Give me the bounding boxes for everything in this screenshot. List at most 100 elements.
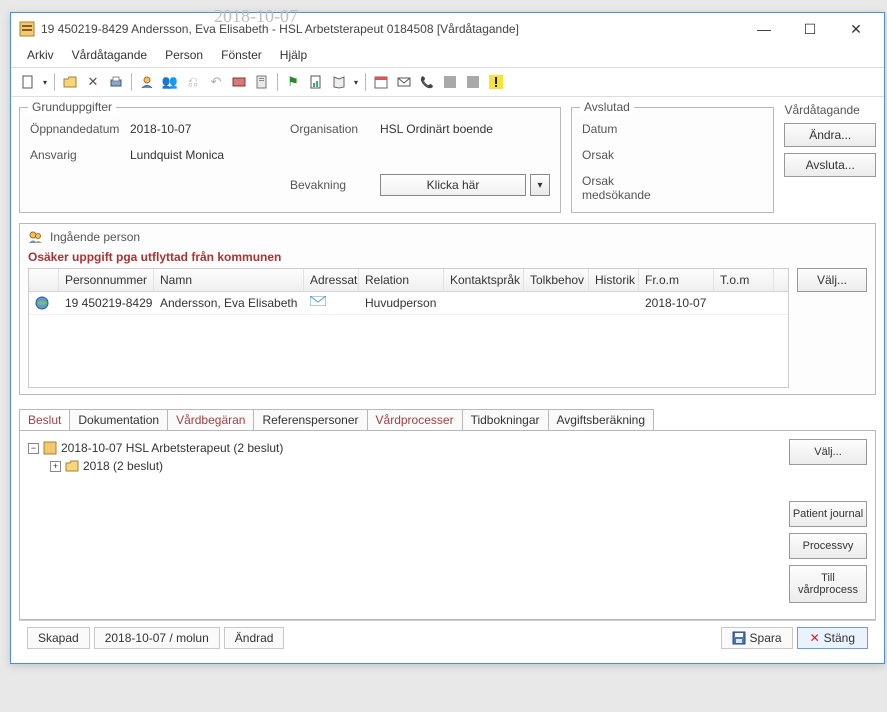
cell-tolkbehov xyxy=(524,292,589,314)
avslutad-datum-label: Datum xyxy=(582,122,672,136)
grunduppgifter-panel: Grunduppgifter Öppnandedatum 2018-10-07 … xyxy=(19,107,561,213)
bevakning-select[interactable]: Klicka här xyxy=(380,174,526,196)
valj-tree-button[interactable]: Välj... xyxy=(789,439,867,465)
andrad-label: Ändrad xyxy=(224,627,285,649)
expand-icon[interactable]: + xyxy=(50,461,61,472)
oppnandedatum-value: 2018-10-07 xyxy=(130,122,290,136)
mail-icon[interactable] xyxy=(393,71,415,93)
grunduppgifter-legend: Grunduppgifter xyxy=(28,100,116,114)
print-icon[interactable] xyxy=(105,71,127,93)
people-small-icon xyxy=(28,230,44,244)
phone-icon[interactable]: 📞 xyxy=(416,71,438,93)
spara-button[interactable]: Spara xyxy=(721,627,793,649)
collapse-icon[interactable]: − xyxy=(28,443,39,454)
flag-icon[interactable]: ⚑ xyxy=(282,71,304,93)
tab-referenspersoner[interactable]: Referenspersoner xyxy=(253,409,367,430)
tree-root-icon xyxy=(43,441,57,455)
maximize-button[interactable]: ☐ xyxy=(790,18,830,40)
save-icon xyxy=(732,631,746,645)
tab-avgiftsberakning[interactable]: Avgiftsberäkning xyxy=(548,409,655,430)
vardatagande-legend: Vårdåtagande xyxy=(784,103,876,117)
sheet-icon[interactable] xyxy=(305,71,327,93)
window-title: 19 450219-8429 Andersson, Eva Elisabeth … xyxy=(41,22,738,36)
titlebar: 19 450219-8429 Andersson, Eva Elisabeth … xyxy=(11,13,884,43)
background-date-text: 2018-10-07 xyxy=(214,6,298,27)
col-historik[interactable]: Historik xyxy=(589,269,639,291)
tab-beslut[interactable]: Beslut xyxy=(19,409,70,430)
col-from[interactable]: Fr.o.m xyxy=(639,269,714,291)
envelope-small-icon xyxy=(304,292,359,314)
minimize-button[interactable]: — xyxy=(744,18,784,40)
avslutad-medsokande-label: Orsak medsökande xyxy=(582,174,672,202)
avslutad-legend: Avslutad xyxy=(580,100,634,114)
tab-vardprocesser[interactable]: Vårdprocesser xyxy=(367,409,463,430)
spara-label: Spara xyxy=(750,631,782,645)
stang-label: Stäng xyxy=(824,631,855,645)
stamp-icon[interactable]: ⎌ xyxy=(182,71,204,93)
col-tom[interactable]: T.o.m xyxy=(714,269,774,291)
app-icon xyxy=(19,21,35,37)
menu-arkiv[interactable]: Arkiv xyxy=(19,45,62,65)
menu-vardatagande[interactable]: Vårdåtagande xyxy=(64,45,155,65)
avsluta-button[interactable]: Avsluta... xyxy=(784,153,876,177)
person-icon[interactable] xyxy=(136,71,158,93)
person-table: Personnummer Namn Adressat Relation Kont… xyxy=(28,268,789,388)
menu-fonster[interactable]: Fönster xyxy=(213,45,270,65)
vardatagande-panel: Vårdåtagande Ändra... Avsluta... xyxy=(784,103,876,213)
cell-namn: Andersson, Eva Elisabeth xyxy=(154,292,304,314)
tab-dokumentation[interactable]: Dokumentation xyxy=(69,409,168,430)
tabs-area: Beslut Dokumentation Vårdbegäran Referen… xyxy=(19,409,876,620)
avslutad-panel: Avslutad Datum Orsak Orsak medsökande xyxy=(571,107,774,213)
skapad-value: 2018-10-07 / molun xyxy=(94,627,220,649)
tab-tidbokningar[interactable]: Tidbokningar xyxy=(462,409,549,430)
menu-person[interactable]: Person xyxy=(157,45,211,65)
ingaende-person-heading: Ingående person xyxy=(50,230,140,244)
patientjournal-button[interactable]: Patient journal xyxy=(789,501,867,527)
book-dropdown-icon[interactable]: ▾ xyxy=(351,71,361,93)
col-relation[interactable]: Relation xyxy=(359,269,444,291)
col-tolkbehov[interactable]: Tolkbehov xyxy=(524,269,589,291)
close-button[interactable]: ✕ xyxy=(836,18,876,40)
warning-text: Osäker uppgift pga utflyttad från kommun… xyxy=(28,248,867,268)
col-kontaktsprak[interactable]: Kontaktspråk xyxy=(444,269,524,291)
tab-vardbegaran[interactable]: Vårdbegäran xyxy=(167,409,254,430)
undo-icon[interactable]: ↶ xyxy=(205,71,227,93)
col-adressat[interactable]: Adressat xyxy=(304,269,359,291)
delete-icon[interactable]: ✕ xyxy=(82,71,104,93)
cell-tom xyxy=(714,292,774,314)
tree-root[interactable]: − 2018-10-07 HSL Arbetsterapeut (2 beslu… xyxy=(28,439,779,457)
col-icon[interactable] xyxy=(29,269,59,291)
valj-person-button[interactable]: Välj... xyxy=(797,268,867,292)
people-icon[interactable]: 👥 xyxy=(159,71,181,93)
book-icon[interactable] xyxy=(328,71,350,93)
doc-icon[interactable] xyxy=(251,71,273,93)
new-dropdown-icon[interactable]: ▾ xyxy=(40,71,50,93)
new-icon[interactable] xyxy=(17,71,39,93)
menu-hjalp[interactable]: Hjälp xyxy=(272,45,315,65)
processvy-button[interactable]: Processvy xyxy=(789,533,867,559)
chevron-down-icon[interactable]: ▾ xyxy=(530,174,550,196)
globe-icon xyxy=(29,292,59,314)
stang-button[interactable]: ✕ Stäng xyxy=(797,627,868,649)
tab-panel-beslut: − 2018-10-07 HSL Arbetsterapeut (2 beslu… xyxy=(19,430,876,620)
tree-child[interactable]: + 2018 (2 beslut) xyxy=(28,457,779,475)
alert-icon[interactable] xyxy=(485,71,507,93)
cell-historik xyxy=(589,292,639,314)
cell-from: 2018-10-07 xyxy=(639,292,714,314)
tabbar: Beslut Dokumentation Vårdbegäran Referen… xyxy=(19,409,876,430)
col-personnummer[interactable]: Personnummer xyxy=(59,269,154,291)
calendar-icon[interactable] xyxy=(370,71,392,93)
open-icon[interactable] xyxy=(59,71,81,93)
gray-block1-icon[interactable] xyxy=(439,71,461,93)
andra-button[interactable]: Ändra... xyxy=(784,123,876,147)
till-vardprocess-button[interactable]: Till vårdprocess xyxy=(789,565,867,603)
tree-child-label: 2018 (2 beslut) xyxy=(83,459,163,473)
col-namn[interactable]: Namn xyxy=(154,269,304,291)
skapad-label: Skapad xyxy=(27,627,90,649)
tree-root-label: 2018-10-07 HSL Arbetsterapeut (2 beslut) xyxy=(61,441,283,455)
main-window: 19 450219-8429 Andersson, Eva Elisabeth … xyxy=(10,12,885,664)
ansvarig-value: Lundquist Monica xyxy=(130,148,290,162)
card-icon[interactable] xyxy=(228,71,250,93)
gray-block2-icon[interactable] xyxy=(462,71,484,93)
table-row[interactable]: 19 450219-8429 Andersson, Eva Elisabeth … xyxy=(29,292,788,315)
